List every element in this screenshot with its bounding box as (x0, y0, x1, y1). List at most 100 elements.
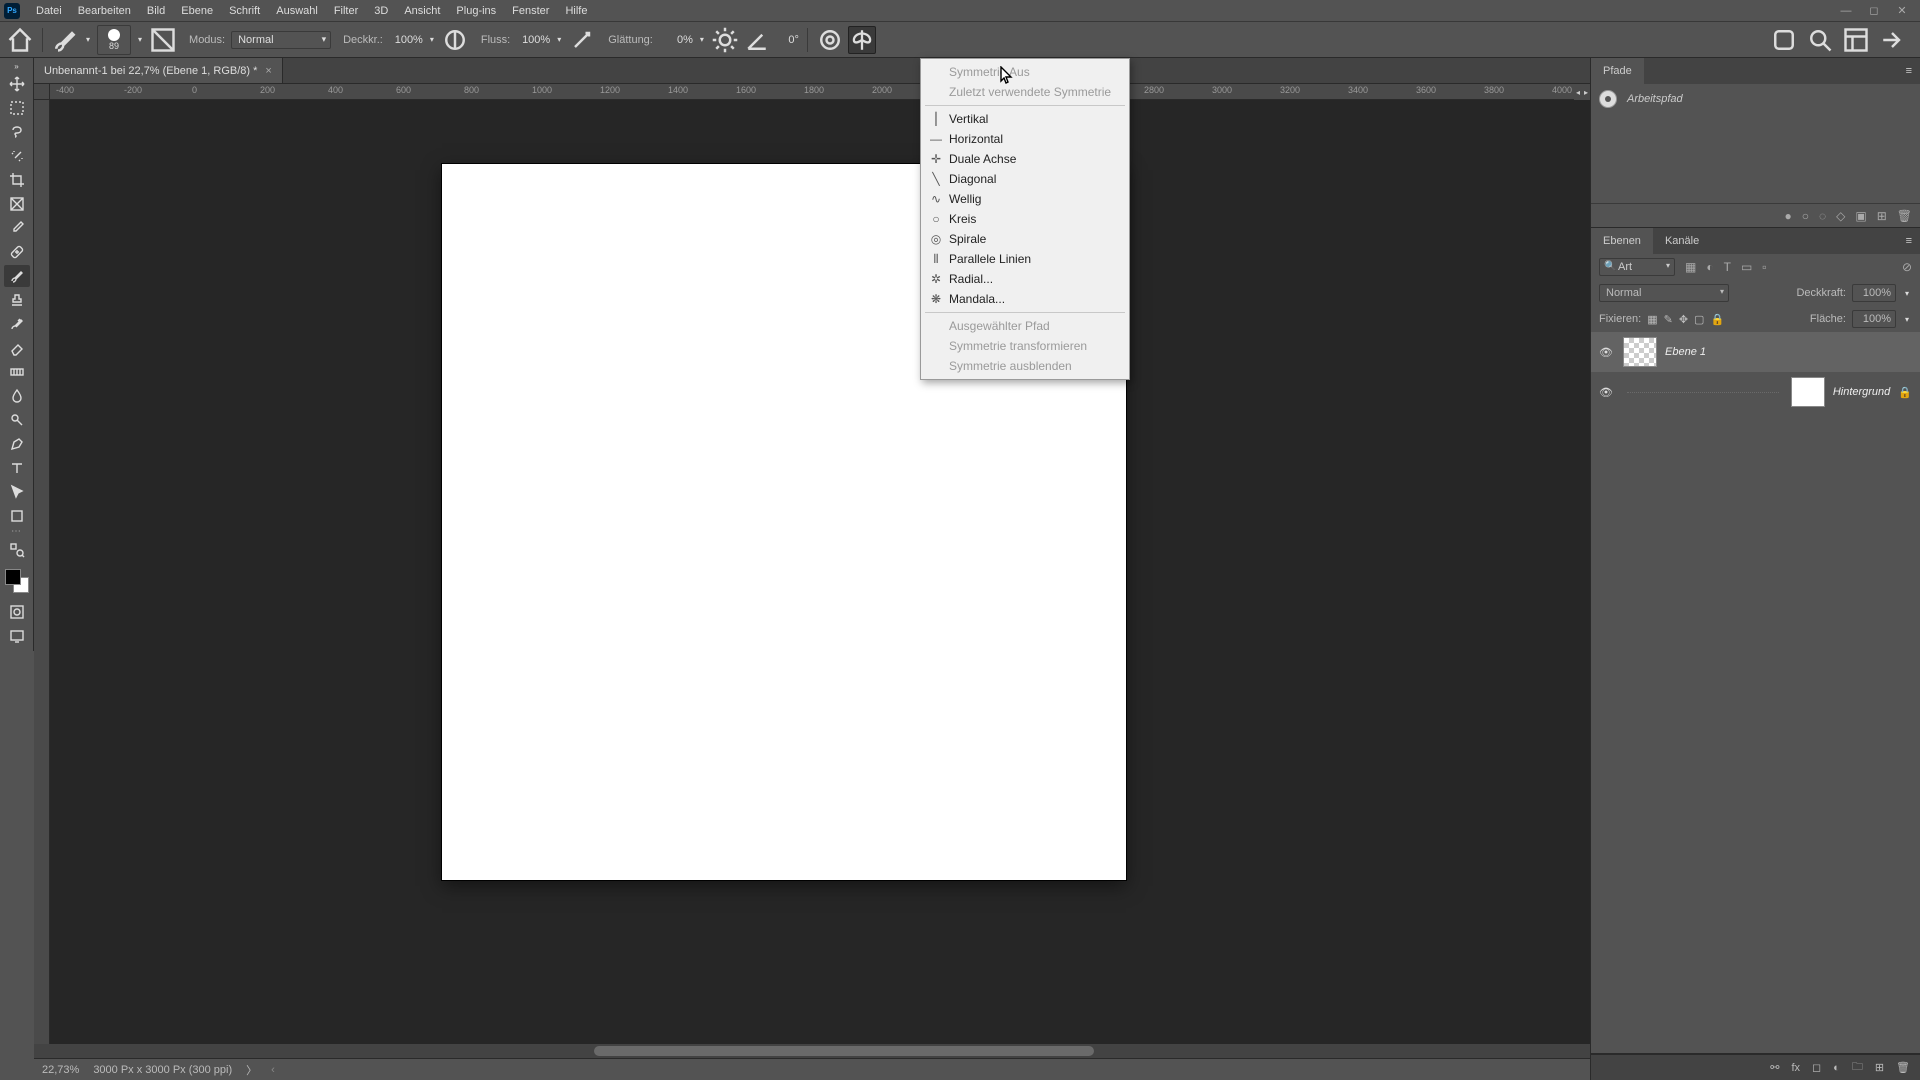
stamp-tool[interactable] (4, 289, 30, 311)
layer-row[interactable]: 👁Ebene 1 (1591, 332, 1920, 372)
menu-filter[interactable]: Filter (326, 3, 366, 19)
path-select-tool[interactable] (4, 481, 30, 503)
layer-mask-icon[interactable]: ◻ (1812, 1061, 1821, 1074)
layer-row[interactable]: 👁Hintergrund🔒 (1591, 372, 1920, 412)
status-zoom[interactable]: 22,73% (42, 1064, 79, 1076)
pen-tool[interactable] (4, 433, 30, 455)
gradient-tool[interactable] (4, 361, 30, 383)
delete-layer-icon[interactable]: 🗑 (1896, 1061, 1910, 1074)
symmetry-option[interactable]: ╲Diagonal (921, 169, 1129, 189)
color-swatch[interactable] (5, 569, 29, 593)
filter-adjust-icon[interactable]: ◐ (1706, 260, 1713, 274)
ruler-collapse-right-icon[interactable]: ▸ (1582, 84, 1590, 100)
brush-preview[interactable]: 89 (97, 25, 131, 55)
menu-fenster[interactable]: Fenster (504, 3, 557, 19)
symmetry-option[interactable]: ❋Mandala... (921, 289, 1129, 309)
adjustment-layer-icon[interactable]: ◐ (1833, 1062, 1840, 1074)
ruler-horizontal[interactable]: -400-20002004006008001000120014001600180… (50, 84, 1590, 100)
new-path-icon[interactable]: ⊞ (1877, 209, 1887, 223)
menu-datei[interactable]: Datei (28, 3, 70, 19)
lasso-tool[interactable] (4, 121, 30, 143)
type-tool[interactable] (4, 457, 30, 479)
brush-settings-icon[interactable] (149, 26, 177, 54)
new-layer-icon[interactable]: ⊞ (1875, 1061, 1884, 1074)
filter-shape-icon[interactable]: ▭ (1741, 260, 1752, 274)
smoothing-dropdown[interactable]: ▾ (697, 35, 707, 44)
move-tool[interactable] (4, 73, 30, 95)
canvas-area[interactable] (50, 100, 1590, 1050)
menu-hilfe[interactable]: Hilfe (557, 3, 595, 19)
symmetry-option[interactable]: ◎Spirale (921, 229, 1129, 249)
share-icon[interactable] (1878, 26, 1906, 54)
paths-panel-menu-icon[interactable]: ≡ (1898, 65, 1920, 77)
shape-tool[interactable] (4, 505, 30, 527)
filter-pixel-icon[interactable]: ▦ (1685, 260, 1696, 274)
menu-plugins[interactable]: Plug-ins (448, 3, 504, 19)
ruler-collapse-left-icon[interactable]: ◂ (1574, 84, 1582, 100)
symmetry-option[interactable]: ✛Duale Achse (921, 149, 1129, 169)
brush-tool-icon[interactable] (51, 26, 79, 54)
delete-path-icon[interactable]: 🗑 (1897, 209, 1912, 223)
layer-opacity-input[interactable]: 100% (1852, 284, 1896, 302)
screen-mode-tool[interactable] (4, 625, 30, 647)
symmetry-off[interactable]: Symmetrie Aus (921, 62, 1129, 82)
history-brush-tool[interactable] (4, 313, 30, 335)
symmetry-option[interactable]: ⦀Parallele Linien (921, 249, 1129, 269)
crop-tool[interactable] (4, 169, 30, 191)
layer-name[interactable]: Ebene 1 (1665, 346, 1706, 358)
menu-3d[interactable]: 3D (366, 3, 396, 19)
filter-type-icon[interactable]: T (1724, 260, 1731, 274)
symmetry-option[interactable]: ○Kreis (921, 209, 1129, 229)
smoothing-options-icon[interactable] (711, 26, 739, 54)
pressure-size-icon[interactable] (816, 26, 844, 54)
symmetry-option[interactable]: —Horizontal (921, 129, 1129, 149)
quick-mask-tool[interactable] (4, 601, 30, 623)
workspace-icon[interactable] (1842, 26, 1870, 54)
ruler-vertical[interactable] (34, 100, 50, 1050)
menu-bild[interactable]: Bild (139, 3, 173, 19)
tab-ebenen[interactable]: Ebenen (1591, 228, 1653, 254)
symmetry-selected-path[interactable]: Ausgewählter Pfad (921, 316, 1129, 336)
eraser-tool[interactable] (4, 337, 30, 359)
stroke-path-icon[interactable]: ○ (1802, 209, 1809, 223)
brush-preset-dropdown[interactable]: ▾ (135, 35, 145, 44)
lock-paint-icon[interactable]: ✎ (1664, 313, 1673, 326)
layer-fx-icon[interactable]: fx (1791, 1062, 1800, 1074)
status-arrow-icon[interactable]: 〉 (246, 1062, 257, 1078)
toolbar-collapse-icon[interactable]: » (11, 62, 21, 71)
frame-tool[interactable] (4, 193, 30, 215)
filter-smart-icon[interactable]: ▫ (1762, 260, 1766, 274)
menu-auswahl[interactable]: Auswahl (268, 3, 326, 19)
close-tab-icon[interactable]: × (265, 65, 271, 77)
dodge-tool[interactable] (4, 409, 30, 431)
status-doc-info[interactable]: 3000 Px x 3000 Px (300 ppi) (93, 1064, 232, 1076)
tool-preset-dropdown[interactable]: ▾ (83, 35, 93, 44)
path-item[interactable]: Arbeitspfad (1591, 84, 1920, 114)
menu-ansicht[interactable]: Ansicht (396, 3, 448, 19)
layer-thumb[interactable] (1623, 337, 1657, 367)
lock-all-icon[interactable]: 🔒 (1710, 313, 1724, 326)
window-minimize-icon[interactable]: — (1836, 4, 1856, 18)
fill-path-icon[interactable]: ● (1784, 209, 1791, 223)
magic-wand-tool[interactable] (4, 145, 30, 167)
window-maximize-icon[interactable]: ◻ (1864, 4, 1884, 18)
layer-visibility-icon[interactable]: 👁 (1599, 386, 1615, 399)
layer-opacity-dropdown[interactable]: ▾ (1902, 289, 1912, 298)
layer-fill-dropdown[interactable]: ▾ (1902, 315, 1912, 324)
path-to-selection-icon[interactable]: ◌ (1819, 209, 1826, 223)
hand-zoom-tool[interactable] (4, 539, 30, 561)
opacity-dropdown[interactable]: ▾ (427, 35, 437, 44)
toolbar-more-icon[interactable]: ⋯ (11, 529, 22, 537)
filter-toggle-icon[interactable]: ⊘ (1902, 260, 1912, 274)
symmetry-transform[interactable]: Symmetrie transformieren (921, 336, 1129, 356)
marquee-tool[interactable] (4, 97, 30, 119)
layer-lock-icon[interactable]: 🔒 (1898, 386, 1912, 399)
airbrush-icon[interactable] (568, 26, 596, 54)
symmetry-option[interactable]: ⎮Vertikal (921, 109, 1129, 129)
flow-dropdown[interactable]: ▾ (554, 35, 564, 44)
window-close-icon[interactable]: ✕ (1892, 4, 1912, 18)
healing-tool[interactable] (4, 241, 30, 263)
symmetry-recent[interactable]: Zuletzt verwendete Symmetrie (921, 82, 1129, 102)
blend-mode-dropdown[interactable]: Normal (1599, 284, 1729, 302)
mode-dropdown[interactable]: Normal (231, 31, 331, 49)
